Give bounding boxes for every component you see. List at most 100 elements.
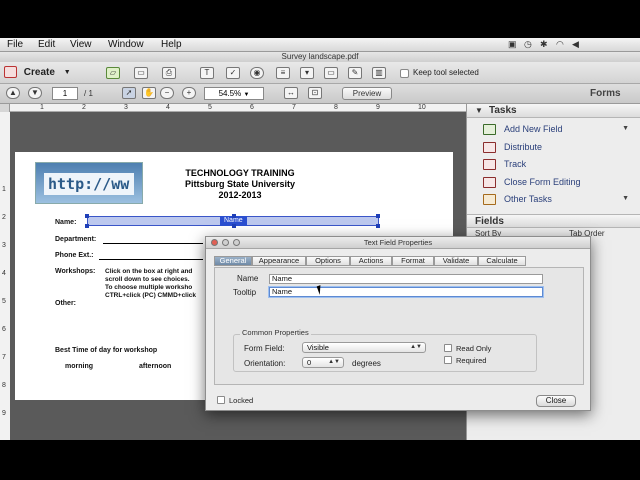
resize-handle[interactable]	[376, 214, 380, 218]
zoom-in-icon[interactable]: +	[182, 87, 196, 99]
afternoon-label: afternoon	[139, 363, 172, 370]
window-titlebar: Survey landscape.pdf	[0, 52, 640, 62]
department-line	[103, 243, 203, 244]
menu-edit[interactable]: Edit	[38, 39, 55, 50]
resize-handle[interactable]	[85, 214, 89, 218]
fields-header[interactable]: Fields	[467, 214, 640, 228]
navigation-toolbar: ▲ ▼ 1 / 1 ➚ ✋ − + 54.5% ▼ ↔ ⊡ Preview Fo…	[0, 84, 640, 104]
previous-page-icon[interactable]: ▲	[6, 87, 20, 99]
required-checkbox[interactable]	[444, 356, 452, 364]
ruler-mark: 2	[82, 104, 86, 111]
left-ruler: 1 2 3 4 5 6 7 8 9	[0, 112, 10, 440]
workshops-instruction: scroll down to see choices.	[105, 276, 190, 283]
name-input[interactable]: Name	[269, 274, 543, 284]
tab-format[interactable]: Format	[392, 256, 434, 266]
bluetooth-icon[interactable]: ✱	[540, 39, 548, 50]
ruler-mark: 6	[250, 104, 254, 111]
phone-label: Phone Ext.:	[55, 252, 94, 259]
distribute-icon	[483, 142, 496, 153]
tab-actions[interactable]: Actions	[350, 256, 392, 266]
name-form-field[interactable]: Name	[85, 214, 380, 228]
task-track[interactable]: Track	[483, 158, 639, 172]
hand-tool-icon[interactable]: ✋	[142, 87, 156, 99]
resize-handle[interactable]	[232, 224, 236, 228]
workshops-label: Workshops:	[55, 268, 96, 275]
button-tool-icon[interactable]: ▭	[324, 67, 338, 79]
ruler-mark: 9	[2, 410, 6, 417]
select-tool-icon[interactable]: ➚	[122, 87, 136, 99]
tab-options[interactable]: Options	[306, 256, 350, 266]
tab-general[interactable]: General	[214, 256, 252, 266]
page-number-input[interactable]: 1	[52, 87, 78, 100]
ruler-mark: 5	[2, 298, 6, 305]
chevron-down-icon: ▼	[243, 92, 250, 98]
create-label: Create	[23, 66, 55, 78]
fit-page-icon[interactable]: ⊡	[308, 87, 322, 99]
ruler-mark: 4	[166, 104, 170, 111]
menu-help[interactable]: Help	[161, 39, 182, 50]
form-field-select[interactable]: Visible ▲▼	[302, 342, 426, 353]
clock-icon[interactable]: ◷	[524, 39, 532, 50]
form-field-value: Visible	[307, 343, 329, 352]
next-page-icon[interactable]: ▼	[28, 87, 42, 99]
dropbox-icon[interactable]: ▣	[508, 39, 517, 50]
ruler-mark: 1	[2, 186, 6, 193]
task-close-form-editing[interactable]: Close Form Editing	[483, 176, 639, 190]
menu-view[interactable]: View	[70, 39, 92, 50]
task-label: Distribute	[504, 142, 543, 152]
general-tab-panel: Name Name Tooltip Name Common Properties…	[214, 267, 584, 385]
common-properties-group: Common Properties Form Field: Visible ▲▼…	[233, 328, 537, 372]
top-ruler: 1 2 3 4 5 6 7 8 9 10	[10, 104, 466, 112]
volume-icon[interactable]: ◀	[572, 39, 579, 50]
http-logo-image: http://ww	[35, 162, 143, 204]
document-title: TECHNOLOGY TRAINING	[185, 168, 295, 178]
checkbox-tool-icon[interactable]: ✓	[226, 67, 240, 79]
radio-tool-icon[interactable]: ◉	[250, 67, 264, 79]
tab-appearance[interactable]: Appearance	[252, 256, 306, 266]
dropdown-tool-icon[interactable]: ▾	[300, 67, 314, 79]
fit-width-icon[interactable]: ↔	[284, 87, 298, 99]
menu-window[interactable]: Window	[108, 39, 144, 50]
best-time-label: Best Time of day for workshop	[55, 347, 158, 354]
tasks-header[interactable]: ▼ Tasks	[467, 104, 640, 118]
tooltip-label: Tooltip	[233, 288, 257, 297]
tab-calculate[interactable]: Calculate	[478, 256, 526, 266]
locked-label: Locked	[229, 396, 254, 405]
add-field-icon	[483, 124, 496, 135]
resize-handle[interactable]	[232, 214, 236, 218]
zoom-out-icon[interactable]: −	[160, 87, 174, 99]
task-distribute[interactable]: Distribute	[483, 141, 639, 155]
tooltip-input[interactable]: Name	[269, 287, 543, 297]
menu-file[interactable]: File	[7, 39, 23, 50]
dialog-title: Text Field Properties	[363, 238, 433, 247]
barcode-tool-icon[interactable]: ▥	[372, 67, 386, 79]
tab-validate[interactable]: Validate	[434, 256, 478, 266]
text-field-tool-icon[interactable]: T	[200, 67, 214, 79]
close-button[interactable]: Close	[536, 395, 576, 407]
create-button[interactable]: Create ▼	[4, 66, 71, 80]
workshops-instruction: CTRL+click (PC) CMMD+click	[105, 292, 197, 299]
read-only-checkbox[interactable]	[444, 344, 452, 352]
resize-handle[interactable]	[376, 224, 380, 228]
save-icon[interactable]: ▭	[134, 67, 148, 79]
morning-label: morning	[65, 363, 93, 370]
logo-text: http://ww	[44, 173, 134, 195]
keep-tool-selected-checkbox[interactable]	[400, 69, 409, 78]
task-other-tasks[interactable]: Other Tasks ▼	[483, 193, 639, 207]
zoom-level-input[interactable]: 54.5% ▼	[204, 87, 264, 100]
signature-tool-icon[interactable]: ✎	[348, 67, 362, 79]
dialog-titlebar[interactable]: Text Field Properties	[206, 237, 590, 249]
list-box-tool-icon[interactable]: ≡	[276, 67, 290, 79]
preview-button[interactable]: Preview	[342, 87, 392, 100]
resize-handle[interactable]	[85, 224, 89, 228]
orientation-select[interactable]: 0 ▲▼	[302, 357, 344, 368]
open-folder-icon[interactable]: ▱	[106, 67, 120, 79]
select-arrows-icon: ▲▼	[328, 359, 340, 365]
keep-tool-selected-label: Keep tool selected	[413, 68, 479, 77]
wifi-icon[interactable]: ◠	[556, 39, 564, 50]
locked-checkbox[interactable]	[217, 396, 225, 404]
print-icon[interactable]: ⎙	[162, 67, 176, 79]
task-add-new-field[interactable]: Add New Field ▼	[483, 123, 639, 137]
screen: File Edit View Window Help ▣ ◷ ✱ ◠ ◀ Sur…	[0, 0, 640, 480]
tasks-header-label: Tasks	[489, 105, 517, 116]
